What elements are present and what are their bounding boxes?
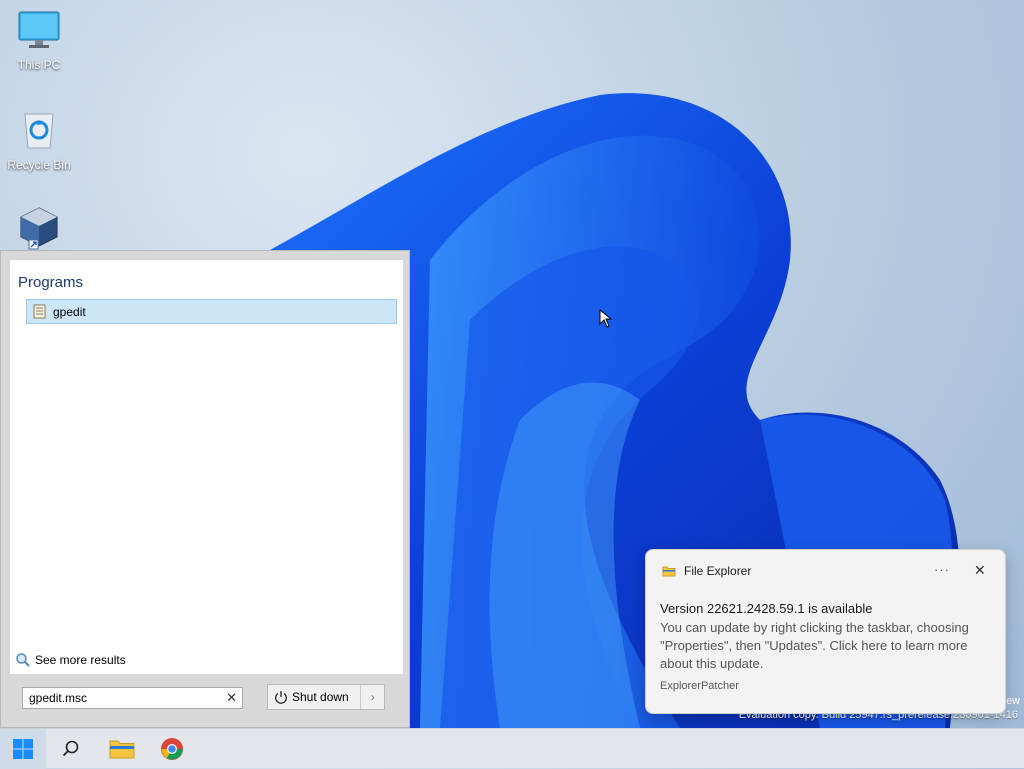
close-icon[interactable]: ✕ (974, 562, 986, 579)
chevron-right-icon: › (370, 690, 375, 704)
start-button[interactable] (0, 729, 46, 769)
see-more-results-link[interactable]: See more results (15, 652, 126, 668)
shut-down-label: Shut down (292, 690, 349, 704)
programs-heading: Programs (18, 274, 84, 291)
notification-title: Version 22621.2428.59.1 is available (660, 601, 873, 616)
power-icon (275, 691, 287, 704)
notification-attribution: ExplorerPatcher (660, 680, 739, 692)
shut-down-options-button[interactable]: › (360, 685, 384, 709)
folder-icon (662, 566, 676, 577)
monitor-icon (18, 11, 60, 48)
taskbar (0, 728, 1024, 769)
windows-logo-icon (13, 739, 33, 759)
more-options-icon[interactable]: ··· (934, 562, 950, 577)
taskbar-chrome-button[interactable] (149, 729, 195, 769)
desktop-icon-this-pc[interactable]: This PC (2, 10, 76, 72)
magnifier-icon (16, 653, 30, 667)
update-notification[interactable]: File Explorer ··· ✕ Version 22621.2428.5… (645, 549, 1006, 714)
start-menu: Programs gpedit See more results ✕ (0, 250, 410, 728)
desktop-icon-label: This PC (17, 58, 61, 72)
notification-app-name: File Explorer (684, 564, 752, 578)
start-search-input[interactable] (29, 691, 219, 705)
shut-down-button[interactable]: Shut down (268, 685, 360, 709)
file-explorer-icon (109, 740, 135, 759)
search-icon (62, 740, 79, 757)
search-results-panel: Programs gpedit See more results (10, 260, 403, 674)
notification-app-header: File Explorer (662, 564, 751, 578)
search-result-gpedit[interactable]: gpedit (26, 299, 397, 324)
taskbar-file-explorer-button[interactable] (99, 729, 145, 769)
search-result-label: gpedit (53, 304, 86, 319)
taskbar-search-button[interactable] (48, 729, 94, 769)
desktop-icon-label: Recycle Bin (7, 158, 71, 172)
gpedit-document-icon (33, 304, 46, 319)
shut-down-button-group: Shut down › (267, 684, 385, 710)
see-more-results-label: See more results (35, 653, 126, 667)
evaluation-watermark-line1: ew (1005, 695, 1020, 707)
desktop-icon-recycle-bin[interactable]: Recycle Bin (2, 108, 76, 172)
virtualbox-shortcut-icon (20, 207, 58, 250)
recycle-bin-icon (24, 113, 54, 149)
close-icon[interactable]: ✕ (226, 690, 237, 706)
start-search-box[interactable]: ✕ (22, 687, 243, 709)
notification-body: You can update by right clicking the tas… (660, 620, 969, 671)
chrome-icon (161, 738, 183, 760)
